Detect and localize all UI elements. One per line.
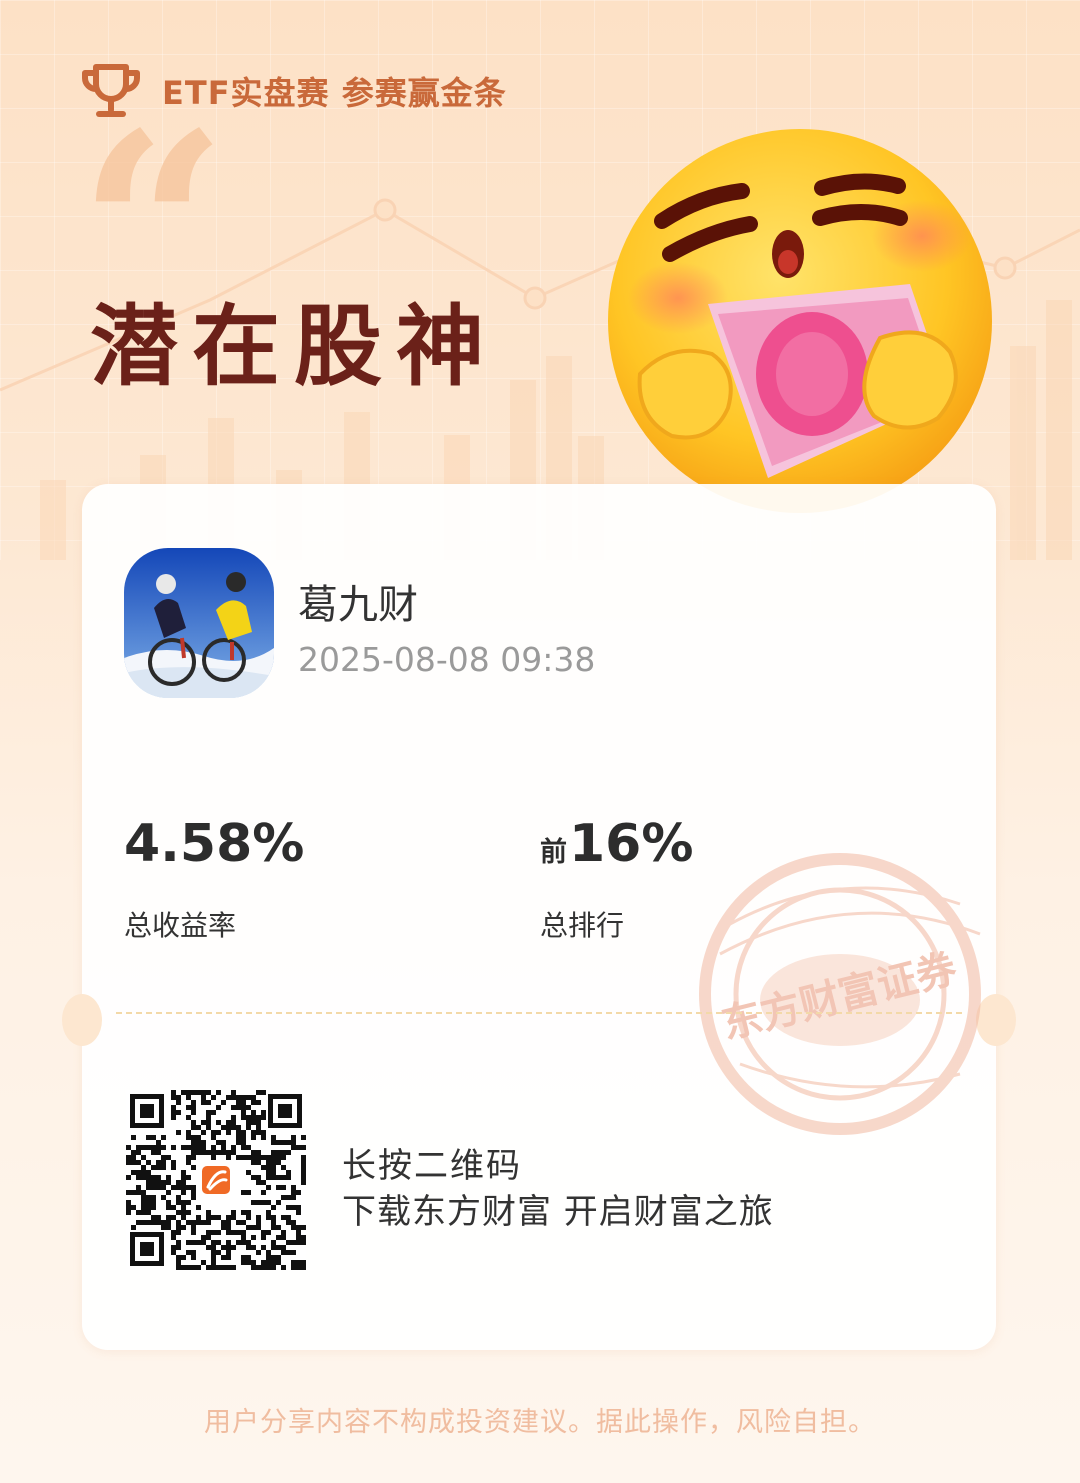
- total-rank-label: 总排行: [540, 909, 625, 942]
- money-hug-emoji: [608, 129, 992, 513]
- total-rank-value: 16%: [569, 814, 694, 874]
- company-seal-stamp: 东方财富证券: [699, 853, 981, 1135]
- avatar-photo: [124, 548, 274, 698]
- eastmoney-logo-icon: [202, 1166, 230, 1194]
- risk-disclaimer: 用户分享内容不构成投资建议。据此操作，风险自担。: [204, 1407, 876, 1438]
- total-return-value: 4.58%: [124, 814, 305, 874]
- badge-title: 潜在股神: [90, 294, 499, 398]
- qr-instruction-line2: 下载东方财富 开启财富之旅: [342, 1192, 774, 1232]
- rank-prefix: 前: [540, 837, 567, 868]
- avatar[interactable]: [124, 548, 274, 698]
- share-timestamp: 2025-08-08 09:38: [298, 640, 596, 679]
- qr-code-pattern: [126, 1090, 306, 1270]
- download-qr-code[interactable]: [126, 1090, 306, 1270]
- qr-instruction-line1: 长按二维码: [342, 1146, 522, 1186]
- username: 葛九财: [298, 582, 418, 628]
- total-return-label: 总收益率: [124, 909, 237, 942]
- result-card: 葛九财 2025-08-08 09:38 4.58% 总收益率 前16% 总排行…: [62, 484, 1016, 1350]
- ticket-divider: [116, 1012, 962, 1014]
- ticket-notch-left: [62, 994, 102, 1046]
- total-rank: 前16%: [540, 814, 693, 874]
